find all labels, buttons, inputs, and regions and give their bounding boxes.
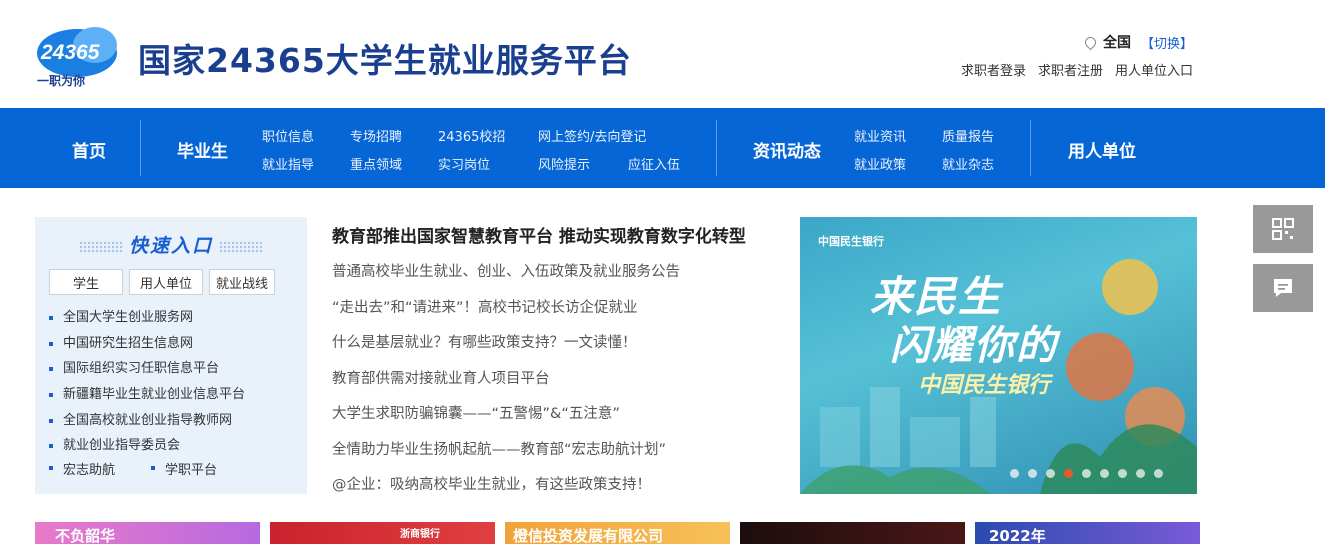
site-logo[interactable]: 24365 一职为你 [33, 23, 123, 88]
nav-employment-policy[interactable]: 就业政策 [854, 154, 906, 173]
nav-job-info[interactable]: 职位信息 [262, 126, 314, 145]
nav-employer[interactable]: 用人单位 [1068, 137, 1136, 162]
tab-student[interactable]: 学生 [49, 269, 123, 295]
promo-card[interactable]: 浙商银行 [270, 522, 495, 544]
decor-dots [219, 240, 263, 253]
quick-entry-panel: 快速入口 学生 用人单位 就业战线 全国大学生创业服务网 中国研究生招生信息网 … [35, 217, 307, 494]
nav-enlistment[interactable]: 应征入伍 [628, 154, 680, 173]
news-item[interactable]: 什么是基层就业？有哪些政策支持？一文读懂！ [332, 326, 782, 362]
carousel-dot[interactable] [1028, 469, 1037, 478]
link-hongzhi[interactable]: 宏志助航 [49, 459, 115, 478]
nav-divider [1030, 120, 1031, 176]
carousel-dot[interactable] [1010, 469, 1019, 478]
banner-headline-3: 中国民生银行 [918, 373, 1051, 398]
link-intl-org-internship[interactable]: 国际组织实习任职信息平台 [49, 356, 245, 382]
quick-entry-last-row: 宏志助航 学职平台 [49, 459, 217, 478]
link-startup-service[interactable]: 全国大学生创业服务网 [49, 305, 245, 331]
nav-internships[interactable]: 实习岗位 [438, 154, 490, 173]
carousel-dot[interactable] [1118, 469, 1127, 478]
carousel-dot[interactable] [1136, 469, 1145, 478]
logo-number: 24365 [40, 41, 100, 64]
logo-tagline: 一职为你 [37, 73, 85, 87]
link-xuezhi-platform[interactable]: 学职平台 [151, 459, 217, 478]
message-icon [1274, 279, 1292, 297]
promo-card[interactable]: 2022年 [975, 522, 1200, 544]
carousel-indicators [1010, 469, 1163, 478]
location-selector: 全国 【切换】 [1082, 32, 1193, 52]
tab-employment-front[interactable]: 就业战线 [209, 269, 275, 295]
news-headline[interactable]: 教育部推出国家智慧教育平台 推动实现教育数字化转型 [332, 222, 782, 247]
nav-employment-magazine[interactable]: 就业杂志 [942, 154, 994, 173]
carousel-dot[interactable] [1100, 469, 1109, 478]
banner-bank-logo: 中国民生银行 [818, 235, 884, 248]
nav-employment-news[interactable]: 就业资讯 [854, 126, 906, 145]
nav-divider [716, 120, 717, 176]
banner-headline-2: 闪耀你的 [890, 323, 1058, 369]
nav-campus-recruitment[interactable]: 24365校招 [438, 126, 505, 145]
promo-card[interactable]: 橙信投资发展有限公司 [505, 522, 730, 544]
decor-dots [78, 240, 123, 253]
nav-online-signing[interactable]: 网上签约/去向登记 [538, 126, 646, 145]
news-item[interactable]: 大学生求职防骗锦囊——“五警惕”&“五注意” [332, 397, 782, 433]
promo-card[interactable] [740, 522, 965, 544]
location-switch-link[interactable]: 【切换】 [1141, 33, 1193, 52]
link-guidance-committee[interactable]: 就业创业指导委员会 [49, 433, 245, 459]
banner-carousel[interactable]: 中国民生银行 来民生 闪耀你的 中国民生银行 [800, 217, 1197, 494]
nav-risk-alerts[interactable]: 风险提示 [538, 154, 590, 173]
link-graduate-admission[interactable]: 中国研究生招生信息网 [49, 331, 245, 357]
location-region: 全国 [1102, 35, 1131, 51]
feedback-button[interactable] [1253, 264, 1313, 312]
qr-code-button[interactable] [1253, 205, 1313, 253]
nav-graduates[interactable]: 毕业生 [177, 137, 228, 162]
location-pin-icon [1082, 34, 1099, 50]
carousel-dot[interactable] [1064, 469, 1073, 478]
qr-code-icon [1272, 218, 1294, 240]
nav-special-recruitment[interactable]: 专场招聘 [350, 126, 402, 145]
quick-entry-links: 全国大学生创业服务网 中国研究生招生信息网 国际组织实习任职信息平台 新疆籍毕业… [49, 305, 245, 459]
nav-quality-report[interactable]: 质量报告 [942, 126, 994, 145]
quick-entry-tabs: 学生 用人单位 就业战线 [49, 269, 275, 295]
employer-entry-link[interactable]: 用人单位入口 [1115, 60, 1193, 79]
header: 24365 一职为你 国家24365大学生就业服务平台 全国 【切换】 求职者登… [0, 0, 1325, 108]
quick-entry-title: 快速入口 [35, 231, 307, 258]
jobseeker-login-link[interactable]: 求职者登录 [961, 60, 1026, 79]
news-list: 普通高校毕业生就业、创业、入伍政策及就业服务公告 “走出去”和“请进来”！高校书… [332, 255, 782, 504]
nav-key-fields[interactable]: 重点领域 [350, 154, 402, 173]
news-item[interactable]: 全情助力毕业生扬帆起航——教育部“宏志助航计划” [332, 433, 782, 469]
carousel-dot[interactable] [1046, 469, 1055, 478]
tab-employer[interactable]: 用人单位 [129, 269, 203, 295]
link-career-teachers[interactable]: 全国高校就业创业指导教师网 [49, 408, 245, 434]
news-section: 教育部推出国家智慧教育平台 推动实现教育数字化转型 普通高校毕业生就业、创业、入… [332, 222, 782, 504]
news-item[interactable]: “走出去”和“请进来”！高校书记校长访企促就业 [332, 291, 782, 327]
news-item[interactable]: @企业：吸纳高校毕业生就业，有这些政策支持！ [332, 468, 782, 504]
nav-divider [140, 120, 141, 176]
news-item[interactable]: 普通高校毕业生就业、创业、入伍政策及就业服务公告 [332, 255, 782, 291]
promo-card[interactable]: 不负韶华 [35, 522, 260, 544]
link-xinjiang-platform[interactable]: 新疆籍毕业生就业创业信息平台 [49, 382, 245, 408]
news-item[interactable]: 教育部供需对接就业育人项目平台 [332, 362, 782, 398]
jobseeker-register-link[interactable]: 求职者注册 [1038, 60, 1103, 79]
carousel-dot[interactable] [1154, 469, 1163, 478]
account-links: 求职者登录 求职者注册 用人单位入口 [961, 60, 1193, 79]
nav-career-guidance[interactable]: 就业指导 [262, 154, 314, 173]
nav-home[interactable]: 首页 [72, 137, 106, 162]
nav-news[interactable]: 资讯动态 [753, 137, 821, 162]
main-nav: 首页 毕业生 职位信息 专场招聘 24365校招 网上签约/去向登记 就业指导 … [0, 108, 1325, 188]
site-title: 国家24365大学生就业服务平台 [138, 41, 632, 80]
carousel-dot[interactable] [1082, 469, 1091, 478]
